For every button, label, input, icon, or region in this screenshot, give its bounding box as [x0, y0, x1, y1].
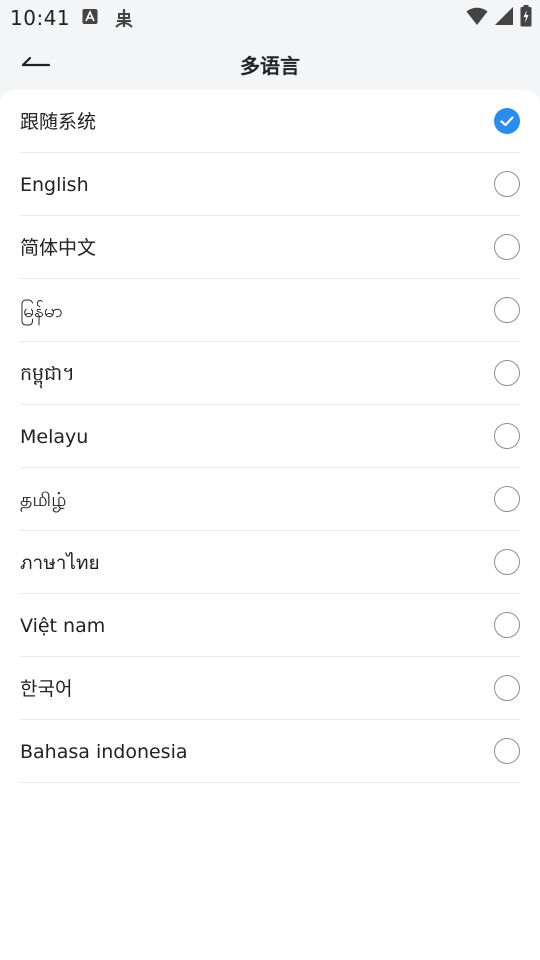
language-option[interactable]: 跟随系统 — [20, 90, 520, 153]
radio-unchecked[interactable] — [494, 612, 520, 638]
status-right-icons — [466, 5, 532, 31]
language-label: កម្ពុជា។ — [20, 363, 75, 385]
radio-unchecked[interactable] — [494, 423, 520, 449]
language-option[interactable]: தமிழ் — [20, 468, 520, 531]
page-title: 多语言 — [240, 54, 300, 78]
language-list: 跟随系统 English 简体中文 မြန်မာ កម្ពុជា។ Melayu தமிழ்… — [20, 90, 520, 783]
status-time: 10:41 — [10, 6, 71, 30]
language-label: 简体中文 — [20, 237, 97, 259]
language-option[interactable]: English — [20, 153, 520, 216]
language-option[interactable]: 한국어 — [20, 657, 520, 720]
language-option[interactable]: កម្ពុជា។ — [20, 342, 520, 405]
language-label: தமிழ் — [20, 489, 67, 511]
radio-unchecked[interactable] — [494, 675, 520, 701]
language-option[interactable]: 简体中文 — [20, 216, 520, 279]
language-label: ภาษาไทย — [20, 552, 100, 574]
radio-unchecked[interactable] — [494, 549, 520, 575]
language-label: Melayu — [20, 426, 89, 448]
wifi-icon — [466, 6, 488, 30]
cell-signal-icon — [494, 6, 514, 30]
font-a-icon — [82, 8, 98, 30]
bug-icon — [112, 6, 136, 34]
radio-unchecked[interactable] — [494, 738, 520, 764]
radio-unchecked[interactable] — [494, 234, 520, 260]
language-option[interactable]: ภาษาไทย — [20, 531, 520, 594]
language-label: Việt nam — [20, 615, 106, 637]
checkmark-icon — [500, 116, 514, 127]
language-list-card: 跟随系统 English 简体中文 မြန်မာ កម្ពុជា។ Melayu தமிழ்… — [0, 90, 540, 960]
language-option[interactable]: Việt nam — [20, 594, 520, 657]
battery-charging-icon — [520, 5, 532, 31]
radio-unchecked[interactable] — [494, 360, 520, 386]
language-option[interactable]: မြန်မာ — [20, 279, 520, 342]
radio-unchecked[interactable] — [494, 297, 520, 323]
language-label: 한국어 — [20, 678, 73, 700]
radio-unchecked[interactable] — [494, 486, 520, 512]
radio-checked[interactable] — [494, 108, 520, 134]
language-option[interactable]: Melayu — [20, 405, 520, 468]
language-label: English — [20, 174, 89, 196]
language-option[interactable]: Bahasa indonesia — [20, 720, 520, 783]
language-label: မြန်မာ — [20, 300, 63, 322]
app-bar: 多语言 — [0, 36, 540, 90]
language-label: 跟随系统 — [20, 111, 97, 133]
language-label: Bahasa indonesia — [20, 741, 188, 763]
radio-unchecked[interactable] — [494, 171, 520, 197]
status-bar: 10:41 — [0, 0, 540, 36]
